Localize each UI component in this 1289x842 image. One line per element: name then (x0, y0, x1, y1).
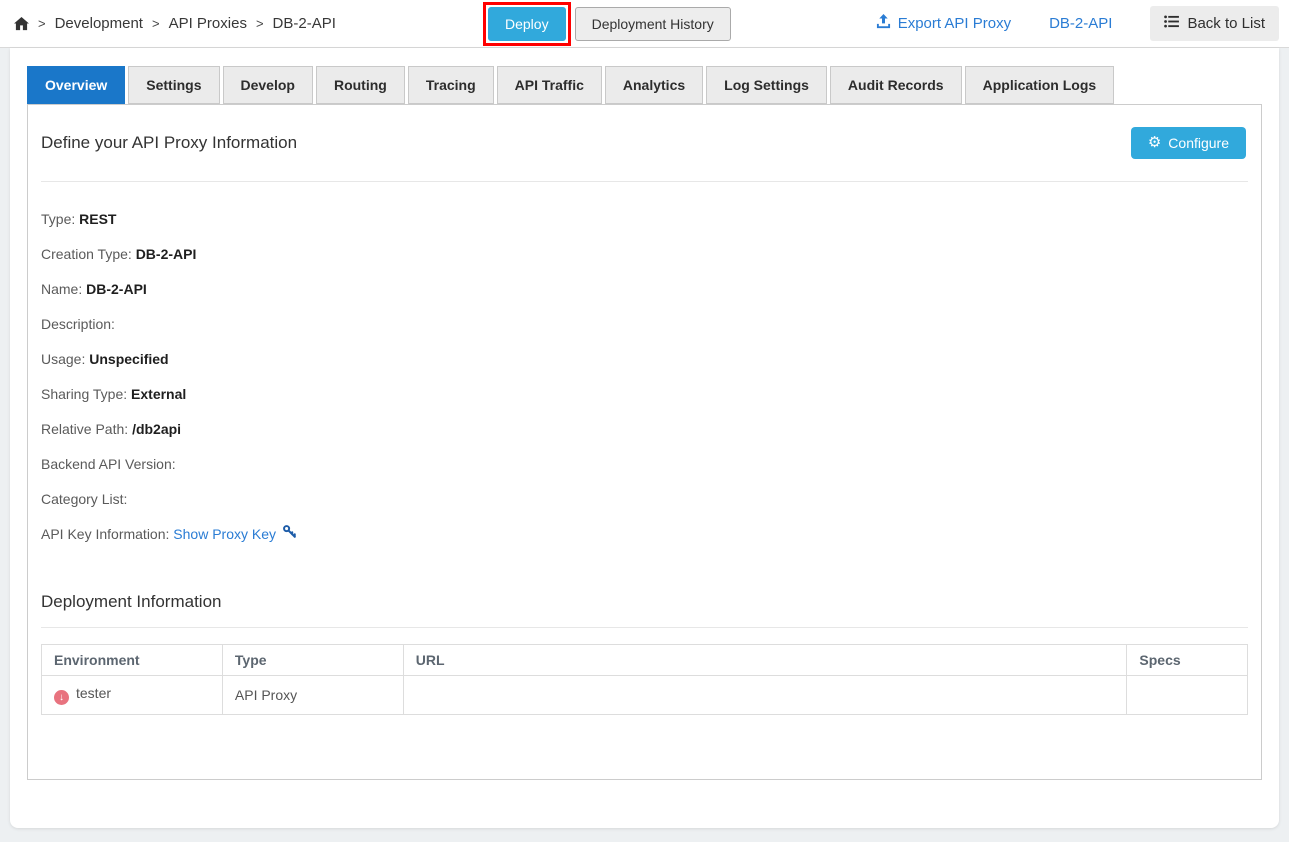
undeployed-status-icon: ↓ (54, 690, 69, 705)
table-row: ↓ tester API Proxy (41, 675, 1248, 715)
field-relative-path: Relative Path: /db2api (41, 421, 182, 437)
field-creation-type: Creation Type: DB-2-API (41, 246, 197, 262)
cell-type: API Proxy (221, 675, 404, 715)
tab-bar: Overview Settings Develop Routing Tracin… (10, 48, 1279, 104)
export-api-proxy-link[interactable]: Export API Proxy (876, 14, 1011, 33)
tab-tracing[interactable]: Tracing (407, 66, 494, 104)
field-sharing-type: Sharing Type: External (41, 386, 187, 402)
home-icon[interactable] (14, 16, 29, 31)
field-api-key-information: API Key Information: Show Proxy Key (41, 524, 1248, 545)
field-category-list: Category List: (41, 491, 128, 507)
tab-api-traffic[interactable]: API Traffic (496, 66, 602, 104)
list-icon (1164, 15, 1180, 32)
environment-name: tester (76, 685, 112, 701)
breadcrumb-separator: > (38, 16, 46, 31)
field-description: Description: (41, 316, 115, 332)
upload-icon (876, 14, 891, 33)
breadcrumb-current-proxy: DB-2-API (272, 15, 336, 32)
export-api-proxy-label: Export API Proxy (897, 15, 1012, 32)
deployment-history-button[interactable]: Deployment History (574, 7, 731, 41)
section-title-api-proxy-info: Define your API Proxy Information (41, 133, 298, 152)
key-icon (282, 524, 297, 545)
overview-card: Define your API Proxy Information ⚙ Conf… (27, 104, 1262, 780)
column-header-type: Type (221, 644, 404, 676)
tab-audit-records[interactable]: Audit Records (829, 66, 962, 104)
back-to-list-button[interactable]: Back to List (1150, 6, 1279, 41)
deploy-actions: Deploy Deployment History (483, 2, 731, 46)
top-bar: > Development > API Proxies > DB-2-API D… (0, 0, 1289, 48)
show-proxy-key-link[interactable]: Show Proxy Key (173, 524, 297, 545)
tab-application-logs[interactable]: Application Logs (964, 66, 1115, 104)
field-type: Type: REST (41, 211, 117, 227)
table-header-row: Environment Type URL Specs (41, 644, 1248, 676)
breadcrumb-separator: > (151, 16, 160, 31)
deployment-table: Environment Type URL Specs ↓ tester API P… (41, 644, 1248, 715)
field-usage: Usage: Unspecified (41, 351, 169, 367)
proxy-info-fields: Type: REST Creation Type: DB-2-API Name:… (28, 182, 1261, 545)
show-proxy-key-label: Show Proxy Key (173, 526, 277, 542)
section-title-deployment-info: Deployment Information (41, 592, 222, 611)
gear-icon: ⚙ (1147, 134, 1162, 151)
breadcrumb: > Development > API Proxies > DB-2-API (14, 0, 336, 47)
tab-routing[interactable]: Routing (315, 66, 405, 104)
tab-analytics[interactable]: Analytics (604, 66, 704, 104)
breadcrumb-development[interactable]: Development (55, 15, 143, 32)
configure-label: Configure (1168, 135, 1229, 151)
column-header-url: URL (402, 644, 1128, 676)
main-panel: Overview Settings Develop Routing Tracin… (10, 48, 1279, 828)
tab-develop[interactable]: Develop (222, 66, 313, 104)
field-backend-api-version: Backend API Version: (41, 456, 176, 472)
overview-card-header: Define your API Proxy Information ⚙ Conf… (28, 105, 1261, 159)
deployment-divider (41, 627, 1248, 628)
proxy-name-link[interactable]: DB-2-API (1049, 15, 1112, 32)
breadcrumb-api-proxies[interactable]: API Proxies (169, 15, 247, 32)
column-header-environment: Environment (41, 644, 223, 676)
field-name: Name: DB-2-API (41, 281, 147, 297)
back-to-list-label: Back to List (1187, 15, 1265, 32)
cell-url (402, 675, 1128, 715)
tab-log-settings[interactable]: Log Settings (706, 66, 827, 104)
tab-settings[interactable]: Settings (128, 66, 220, 104)
cell-environment: ↓ tester (41, 675, 223, 715)
deploy-button[interactable]: Deploy (488, 7, 566, 41)
cell-specs (1126, 675, 1248, 715)
configure-button[interactable]: ⚙ Configure (1130, 127, 1246, 159)
breadcrumb-separator: > (255, 16, 264, 31)
column-header-specs: Specs (1126, 644, 1248, 676)
tab-overview[interactable]: Overview (27, 66, 126, 104)
topbar-right-actions: Export API Proxy DB-2-API Back to List (876, 0, 1279, 47)
